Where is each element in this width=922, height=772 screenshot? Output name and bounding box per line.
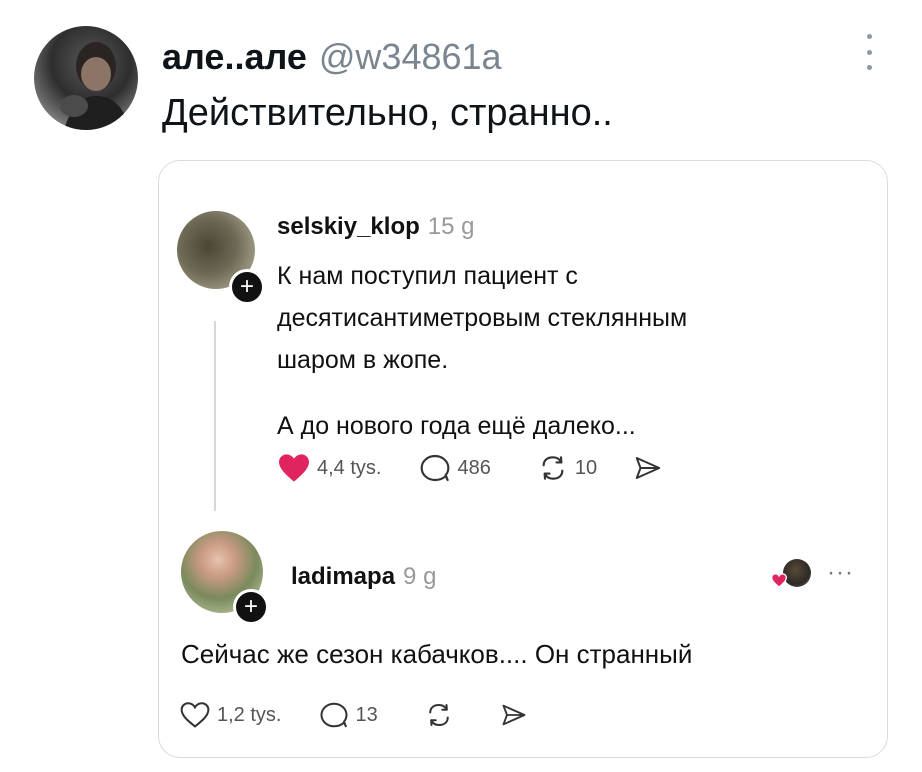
like-button[interactable]: 1,2 tys. xyxy=(179,701,281,729)
quoted-post-header: selskiy_klop 15 g xyxy=(277,213,474,241)
repost-count: 10 xyxy=(574,456,598,479)
author-handle[interactable]: @w34861a xyxy=(319,36,502,78)
comment-button[interactable]: 13 xyxy=(319,701,378,729)
comment-button[interactable]: 486 xyxy=(419,453,491,483)
embedded-post-card[interactable]: + selskiy_klop 15 g К нам поступил пацие… xyxy=(158,160,888,758)
repost-icon xyxy=(542,456,564,480)
reply-time: 9 g xyxy=(403,563,437,590)
reply-text: Сейчас же сезон кабачков.... Он странный xyxy=(181,639,693,669)
quoted-post-paragraph2: А до нового года ещё далеко... xyxy=(277,412,636,440)
reply-username[interactable]: ladimapa xyxy=(291,563,395,591)
quoted-post-line: К нам поступил пациент с xyxy=(277,262,578,290)
tweet-author: але..але @w34861a xyxy=(162,36,502,78)
repost-button[interactable] xyxy=(424,701,454,729)
tweet-text: Действительно, странно.. xyxy=(162,92,613,134)
follow-plus-icon[interactable]: + xyxy=(233,589,269,625)
reply-more-icon[interactable]: ··· xyxy=(827,559,854,587)
quoted-post-username[interactable]: selskiy_klop xyxy=(277,213,420,241)
comment-icon xyxy=(320,702,348,728)
comment-count: 486 xyxy=(457,456,491,479)
send-icon xyxy=(635,457,661,479)
avatar-photo-icon xyxy=(60,42,130,130)
comment-icon xyxy=(421,454,450,482)
quoted-post-time: 15 g xyxy=(427,213,475,240)
quoted-post-line: десятисантиметровым стеклянным xyxy=(277,304,688,332)
author-avatar[interactable] xyxy=(34,26,138,130)
reply-header: ladimapa 9 g xyxy=(291,563,436,591)
heart-mini-icon xyxy=(771,573,787,588)
thread-line xyxy=(214,321,216,511)
share-button[interactable] xyxy=(500,702,528,728)
quoted-post-body: К нам поступил пациент с десятисантиметр… xyxy=(277,255,837,447)
share-button[interactable] xyxy=(633,454,663,482)
quoted-post-actions: 4,4 tys. 486 10 xyxy=(277,453,663,483)
like-button[interactable]: 4,4 tys. xyxy=(277,453,381,483)
send-icon xyxy=(502,704,526,726)
reply-actions: 1,2 tys. 13 xyxy=(179,701,528,729)
quoted-post-line: шаром в жопе. xyxy=(277,346,449,374)
author-mini-avatar xyxy=(783,559,811,587)
like-count: 1,2 tys. xyxy=(217,703,282,726)
more-options-icon[interactable] xyxy=(862,34,876,70)
heart-outline-icon xyxy=(180,702,210,728)
like-count: 4,4 tys. xyxy=(317,456,382,479)
repost-icon xyxy=(428,704,449,726)
comment-count: 13 xyxy=(355,703,378,726)
author-liked-badge xyxy=(771,559,811,593)
repost-button[interactable]: 10 xyxy=(537,453,597,483)
author-name[interactable]: але..але xyxy=(162,36,307,78)
follow-plus-icon[interactable]: + xyxy=(229,269,265,305)
heart-filled-icon xyxy=(279,454,309,482)
